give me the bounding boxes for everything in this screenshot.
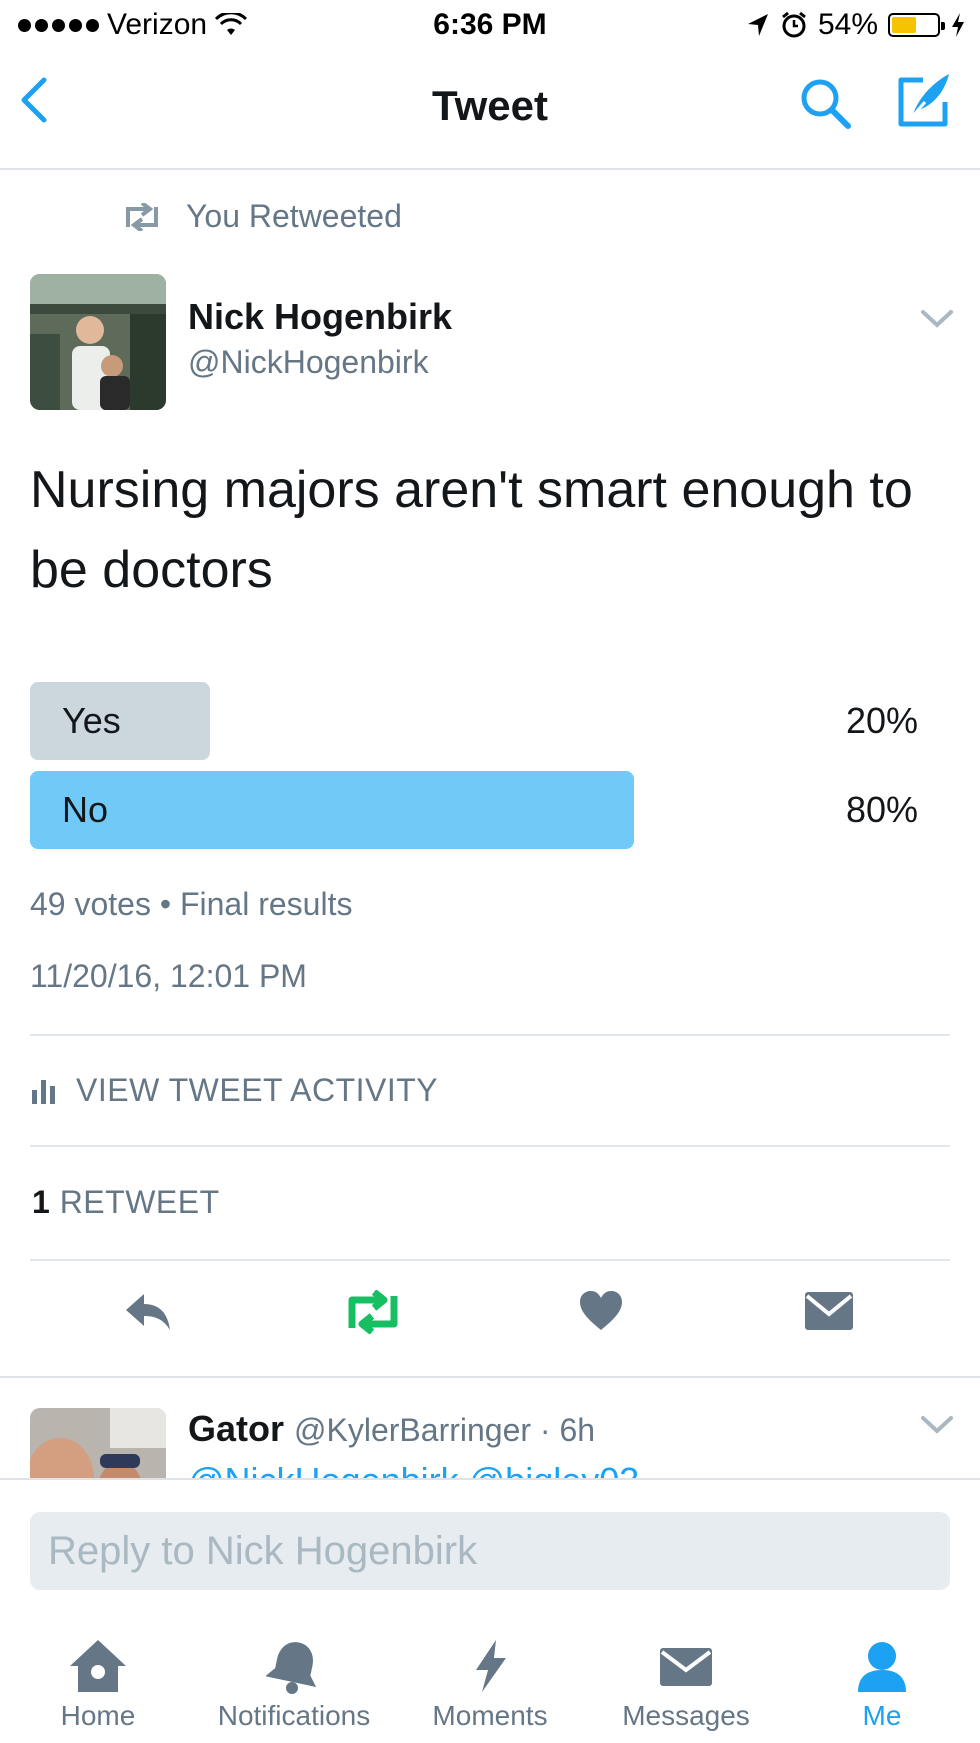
lightning-icon [476, 1640, 506, 1692]
separator-dot: • [159, 886, 180, 922]
charging-icon [952, 13, 964, 37]
retweet-count-label: RETWEET [59, 1184, 220, 1220]
poll-option-percent: 20% [845, 700, 918, 741]
home-icon [70, 1640, 126, 1692]
tab-bar: Home Notifications Moments Messages Me [0, 1620, 980, 1743]
reply-author-name: Gator [188, 1408, 285, 1449]
avatar[interactable] [30, 274, 166, 410]
retweet-icon[interactable] [342, 1290, 404, 1334]
poll-option-percent: 80% [845, 789, 918, 830]
retweet-count: 1 [32, 1184, 51, 1220]
person-icon [858, 1642, 906, 1692]
tweet-text: Nursing majors aren't smart enough to be… [30, 461, 913, 599]
retweet-context-label: You Retweeted [186, 198, 402, 234]
divider [30, 1259, 950, 1261]
tab-me[interactable]: Me [784, 1638, 980, 1732]
tab-moments[interactable]: Moments [392, 1638, 588, 1732]
author-name[interactable]: Nick Hogenbirk [188, 296, 452, 338]
divider [30, 1034, 950, 1036]
reply-author: Gator @KylerBarringer · 6h [188, 1408, 595, 1450]
tab-label: Me [862, 1700, 902, 1731]
poll-option: Yes 20% [30, 682, 950, 760]
poll-bar [30, 771, 634, 849]
reply-avatar[interactable] [30, 1408, 166, 1478]
tab-label: Home [60, 1700, 136, 1731]
reply-box[interactable] [30, 1512, 950, 1590]
location-icon [747, 14, 768, 36]
poll-option-label: No [62, 789, 109, 830]
reply-author-handle: @KylerBarringer · 6h [294, 1412, 596, 1448]
poll-status: Final results [179, 886, 353, 922]
search-icon[interactable] [798, 76, 854, 132]
battery-percent: 54% [817, 8, 878, 41]
view-tweet-activity-label: VIEW TWEET ACTIVITY [76, 1072, 439, 1108]
retweet-context: You Retweeted [120, 198, 402, 235]
reply-mentions[interactable]: @NickHogenbirk @bigley03 [188, 1460, 639, 1478]
reply-icon[interactable] [122, 1290, 174, 1334]
bell-icon [266, 1642, 317, 1694]
tab-notifications[interactable]: Notifications [196, 1638, 392, 1732]
poll-meta: 49 votes • Final results [30, 886, 352, 923]
nav-bar: Tweet [0, 56, 980, 170]
battery-icon [888, 13, 945, 37]
alarm-icon [782, 11, 806, 38]
view-tweet-activity-link[interactable]: VIEW TWEET ACTIVITY [32, 1072, 438, 1109]
author-handle[interactable]: @NickHogenbirk [188, 344, 429, 381]
tab-label: Notifications [217, 1700, 371, 1731]
envelope-icon [660, 1648, 712, 1686]
status-bar: Verizon 6:36 PM 54% [0, 0, 980, 56]
divider [0, 1478, 980, 1480]
chevron-down-icon[interactable] [920, 1414, 954, 1436]
tab-label: Moments [432, 1700, 548, 1731]
tweet-actions [0, 1290, 980, 1350]
vote-count: 49 votes [30, 886, 151, 922]
reply-input[interactable] [30, 1512, 950, 1590]
poll-option-label: Yes [62, 700, 121, 741]
retweet-icon [126, 202, 158, 231]
heart-icon[interactable] [578, 1290, 624, 1332]
status-right: 54% [746, 8, 966, 42]
poll-option: No 80% [30, 771, 950, 849]
bar-chart-icon [32, 1079, 55, 1104]
tab-home[interactable]: Home [0, 1638, 196, 1732]
tab-label: Messages [622, 1700, 750, 1731]
divider [30, 1145, 950, 1147]
reply-tweet[interactable]: Gator @KylerBarringer · 6h @NickHogenbir… [0, 1378, 980, 1478]
chevron-down-icon[interactable] [920, 308, 954, 330]
tweet-timestamp: 11/20/16, 12:01 PM [30, 958, 307, 994]
tab-messages[interactable]: Messages [588, 1638, 784, 1732]
compose-icon[interactable] [895, 70, 955, 130]
envelope-icon[interactable] [804, 1290, 854, 1332]
retweet-stats[interactable]: 1 RETWEET [32, 1184, 220, 1221]
